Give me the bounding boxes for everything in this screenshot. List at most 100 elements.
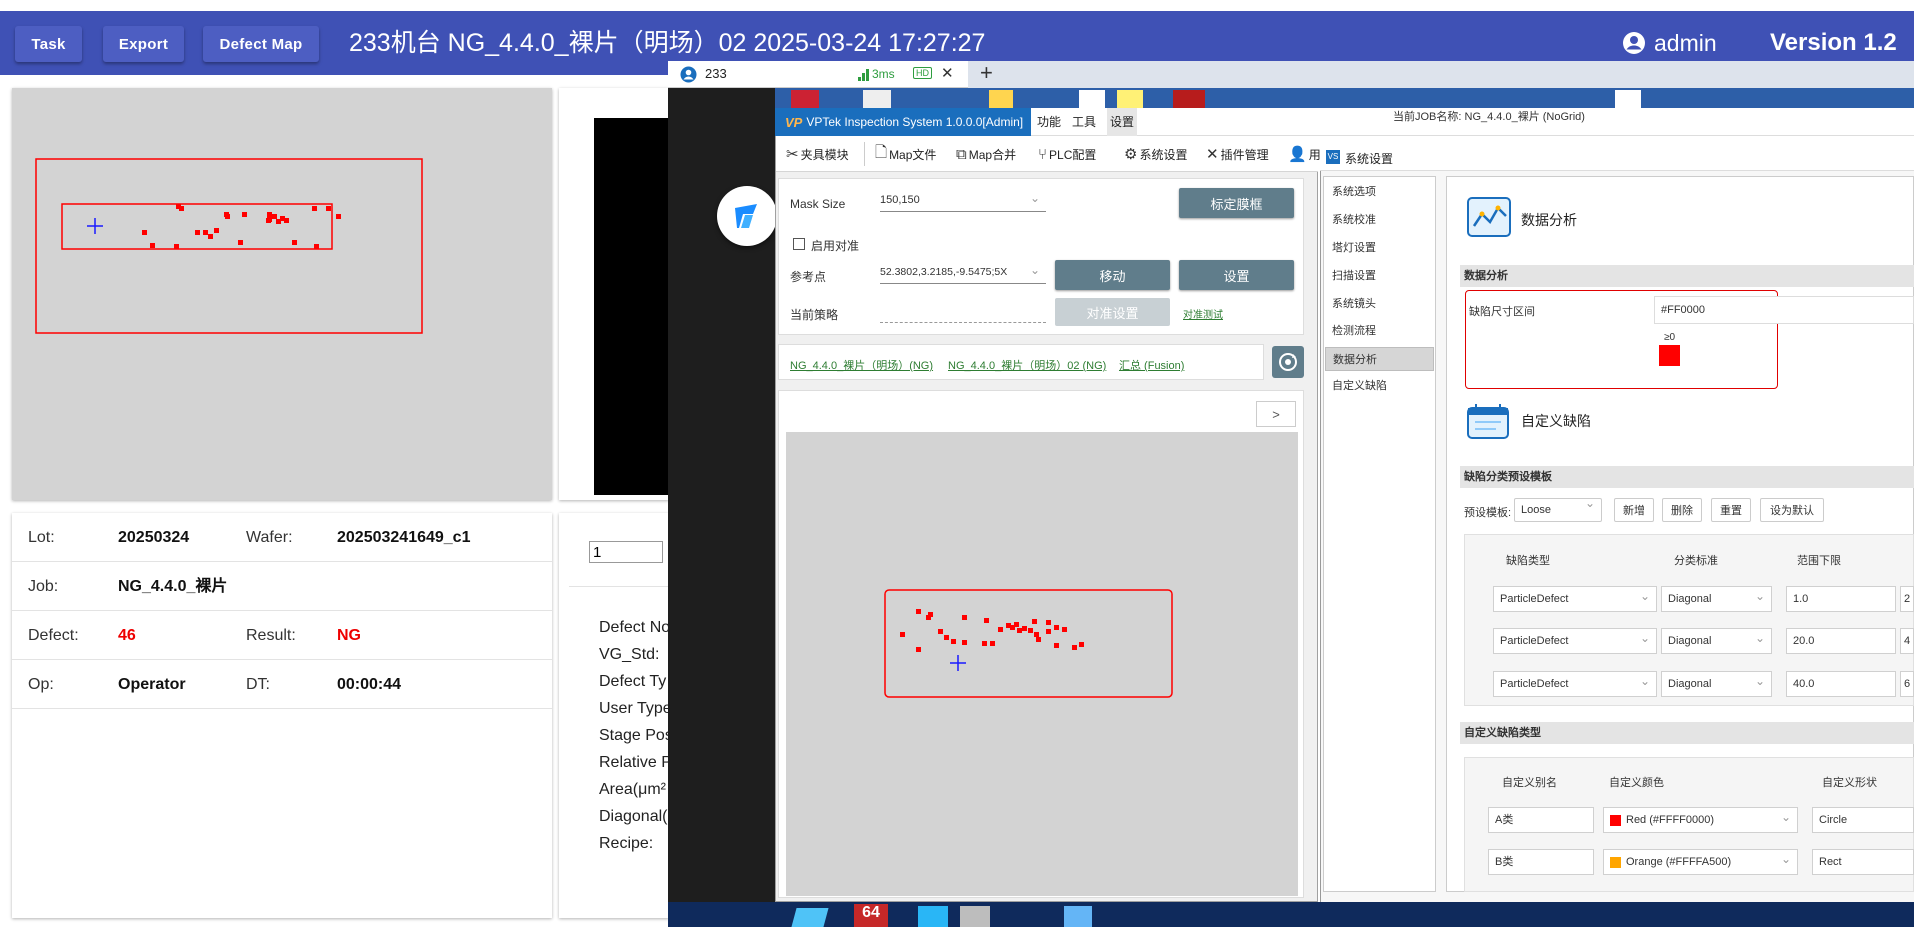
job-link-fusion[interactable]: 汇总 (Fusion)	[1119, 357, 1184, 373]
size-range-threshold: ≥0	[1664, 332, 1676, 343]
classify-standard-select[interactable]: Diagonal	[1661, 586, 1772, 612]
toolbar-system-settings[interactable]: ⚙ 系统设置	[1124, 136, 1187, 172]
preset-reset-button[interactable]: 重置	[1711, 498, 1751, 522]
range-upper-input[interactable]: 2	[1900, 586, 1914, 612]
defect-index-input[interactable]	[589, 541, 663, 563]
settings-nav-item[interactable]: 塔灯设置	[1325, 236, 1434, 260]
align-test-link[interactable]: 对准测试	[1183, 306, 1223, 321]
custom-alias-input[interactable]: B类	[1488, 849, 1594, 875]
expand-button[interactable]: >	[1256, 401, 1296, 427]
toolbar-fixture-module[interactable]: ✂ 夹具模块	[786, 136, 849, 172]
toolbar-plc-config[interactable]: ⑂ PLC配置	[1038, 136, 1096, 172]
task-button[interactable]: Task	[15, 26, 82, 62]
defect-point	[336, 214, 341, 219]
data-analysis-heading: 数据分析	[1521, 212, 1577, 228]
detail-label: Recipe:	[599, 835, 654, 852]
settings-nav-item[interactable]: 数据分析	[1325, 347, 1434, 371]
custom-color-select[interactable]: Red (#FFFF0000)	[1603, 807, 1798, 833]
preset-new-button[interactable]: 新增	[1614, 498, 1654, 522]
close-tab-icon[interactable]: ✕	[941, 64, 954, 82]
taskbar-icon-4[interactable]	[960, 906, 990, 927]
menu-tools[interactable]: 工具	[1072, 108, 1096, 136]
strategy-field[interactable]	[880, 322, 1046, 323]
preset-select[interactable]: Loose	[1514, 496, 1602, 522]
defect-image	[594, 118, 669, 495]
align-checkbox[interactable]	[793, 238, 805, 250]
defect-point	[928, 612, 933, 617]
range-upper-input[interactable]: 6	[1900, 671, 1914, 697]
detail-label: Defect Ty	[599, 673, 667, 690]
toolbar-plugin-manager[interactable]: ✕ 插件管理	[1206, 136, 1269, 172]
range-lower-input[interactable]: 20.0	[1786, 628, 1896, 654]
mask-size-select[interactable]: 150,150	[880, 191, 1046, 212]
settings-nav-item[interactable]: 检测流程	[1325, 319, 1434, 343]
toolbar-separator	[864, 142, 865, 166]
ref-point-label: 参考点	[790, 270, 827, 284]
new-tab-icon[interactable]: +	[980, 60, 993, 86]
section-custom-types: 自定义缺陷类型	[1460, 722, 1914, 744]
defect-map-button[interactable]: Defect Map	[203, 26, 319, 62]
vptek-crosshair-icon	[950, 655, 966, 671]
remote-user-icon	[680, 66, 697, 83]
toolbar-user[interactable]: 👤 用	[1288, 136, 1321, 172]
classify-standard-select[interactable]: Diagonal	[1661, 671, 1772, 697]
settings-nav-item[interactable]: 系统校准	[1325, 208, 1434, 232]
defect-type-select[interactable]: ParticleDefect	[1493, 586, 1657, 612]
settings-nav-item[interactable]: 系统镜头	[1325, 292, 1434, 316]
custom-defect-icon	[1467, 404, 1509, 439]
color-input[interactable]: #FF0000	[1654, 296, 1914, 324]
move-button[interactable]: 移动	[1055, 260, 1170, 290]
toolbar-plugin-label: 插件管理	[1220, 147, 1269, 162]
taskbar-icon-5[interactable]	[1064, 906, 1092, 927]
menu-settings[interactable]: 设置	[1107, 108, 1138, 136]
defect-point	[1010, 625, 1015, 630]
op-value: Operator	[118, 676, 186, 693]
remote-taskbar: 64	[668, 902, 1914, 927]
custom-shape-select[interactable]: Circle	[1812, 807, 1914, 833]
taskbar-icon-3[interactable]	[918, 906, 948, 927]
align-settings-button[interactable]: 对准设置	[1055, 298, 1170, 326]
custom-color-select[interactable]: Orange (#FFFFA500)	[1603, 849, 1798, 875]
custom-alias-input[interactable]: A类	[1488, 807, 1594, 833]
settings-nav-item[interactable]: 自定义缺陷	[1325, 374, 1434, 398]
job-link-ng[interactable]: NG_4.4.0_裸片（明场）(NG)	[790, 357, 933, 373]
hd-badge: HD	[913, 67, 932, 79]
toolbar-map-file[interactable]: 🗋 Map文件	[875, 136, 936, 172]
settings-nav-item[interactable]: 扫描设置	[1325, 264, 1434, 288]
preset-default-button[interactable]: 设为默认	[1760, 498, 1824, 522]
custom-column-header: 自定义别名	[1502, 777, 1557, 789]
defect-type-select[interactable]: ParticleDefect	[1493, 628, 1657, 654]
defect-point	[982, 641, 987, 646]
info-row-op: Op: Operator DT: 00:00:44	[12, 660, 552, 709]
defect-point	[962, 615, 967, 620]
classify-standard-select[interactable]: Diagonal	[1661, 628, 1772, 654]
ref-point-select[interactable]: 52.3802,3.2185,-9.5475;5X	[880, 263, 1046, 284]
defect-point	[1032, 619, 1037, 624]
job-link-ng-02[interactable]: NG_4.4.0_裸片（明场）02 (NG)	[948, 357, 1106, 373]
defect-type-select[interactable]: ParticleDefect	[1493, 671, 1657, 697]
color-swatch[interactable]	[1659, 345, 1680, 366]
export-button[interactable]: Export	[103, 26, 184, 62]
strategy-label: 当前策略	[790, 308, 839, 322]
wafer-map-panel[interactable]	[12, 88, 552, 500]
range-lower-input[interactable]: 1.0	[1786, 586, 1896, 612]
settings-nav-item[interactable]: 系统选项	[1325, 180, 1434, 204]
defect-point	[951, 639, 956, 644]
taskbar-icon-1[interactable]	[791, 908, 829, 927]
taskbar-icon-2[interactable]: 64	[854, 904, 888, 927]
color-swatch	[1610, 815, 1621, 826]
remote-float-button[interactable]	[717, 186, 777, 246]
section-data-analysis: 数据分析	[1460, 265, 1914, 287]
range-lower-input[interactable]: 40.0	[1786, 671, 1896, 697]
plc-icon: ⑂	[1038, 145, 1048, 163]
refresh-button[interactable]	[1272, 346, 1304, 378]
calibrate-frame-button[interactable]: 标定膜框	[1179, 188, 1294, 218]
preset-delete-button[interactable]: 删除	[1662, 498, 1702, 522]
vptek-wafer-map[interactable]	[786, 432, 1298, 896]
remote-tab[interactable]: 233 3ms HD ✕	[668, 61, 968, 88]
custom-shape-select[interactable]: Rect	[1812, 849, 1914, 875]
menu-function[interactable]: 功能	[1037, 108, 1061, 136]
set-button[interactable]: 设置	[1179, 260, 1294, 290]
range-upper-input[interactable]: 4	[1900, 628, 1914, 654]
toolbar-map-merge[interactable]: ⧉ Map合并	[956, 136, 1016, 172]
